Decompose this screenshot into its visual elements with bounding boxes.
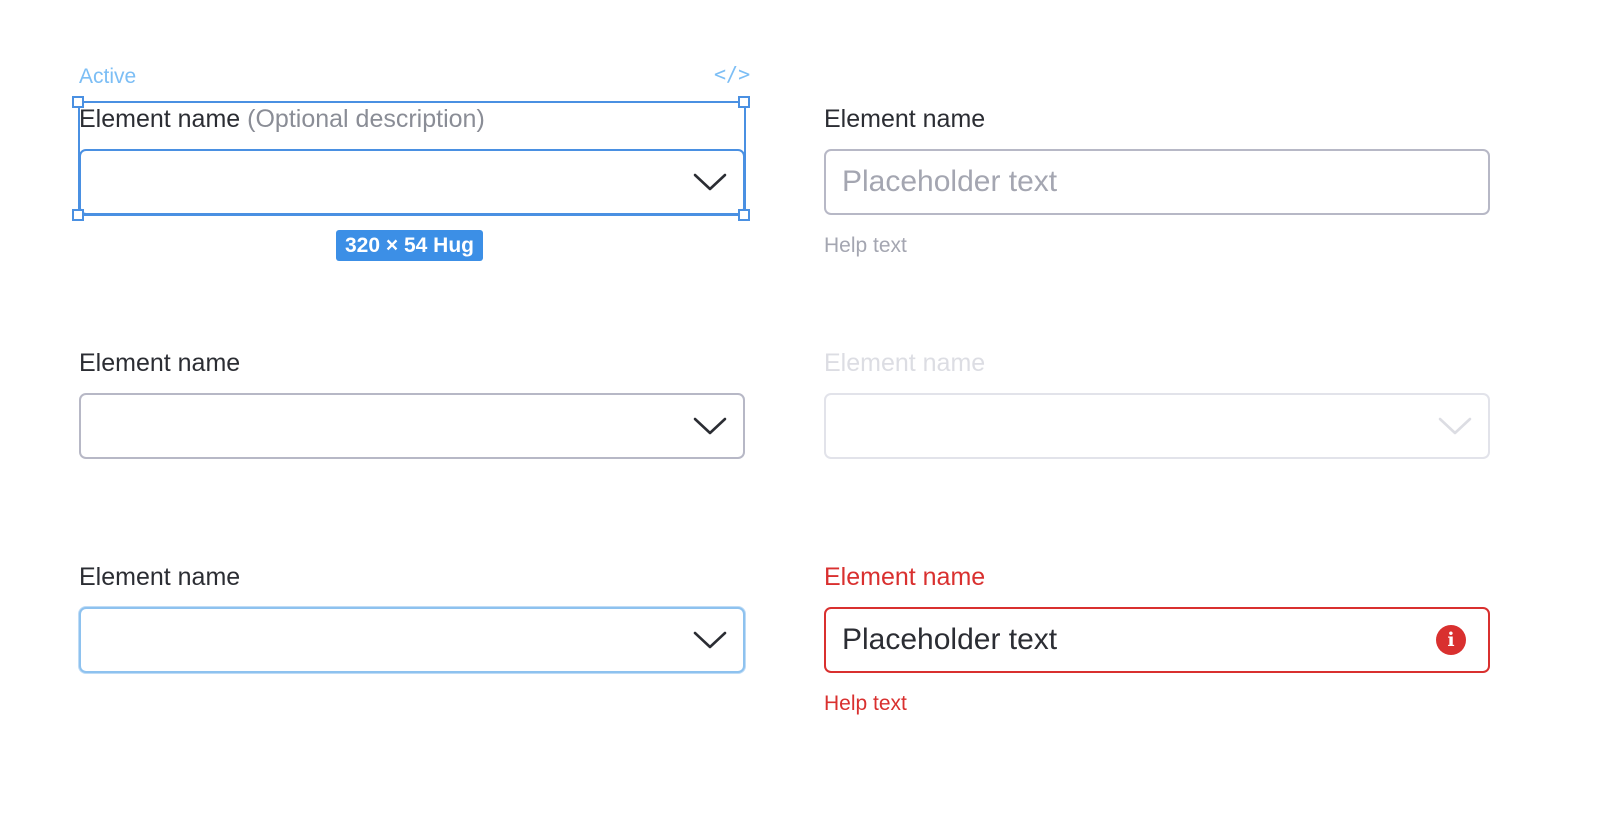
field-label-error: Element name xyxy=(824,563,986,591)
resize-handle-top-left[interactable] xyxy=(72,96,84,108)
select-disabled xyxy=(824,393,1490,459)
chevron-down-icon xyxy=(693,417,727,435)
text-input-error[interactable]: Placeholder text i xyxy=(824,607,1490,673)
text-input-default[interactable]: Placeholder text xyxy=(824,149,1490,215)
state-tag-active: Active xyxy=(79,65,137,88)
field-label: Element name xyxy=(79,563,241,591)
resize-handle-bottom-right[interactable] xyxy=(738,209,750,221)
resize-handle-bottom-left[interactable] xyxy=(72,209,84,221)
select-focused[interactable] xyxy=(79,607,745,673)
error-info-icon: i xyxy=(1436,625,1466,655)
input-placeholder: Placeholder text xyxy=(842,165,1058,198)
code-brackets-icon[interactable]: </> xyxy=(714,64,750,84)
field-label: Element name xyxy=(824,105,986,133)
input-value: Placeholder text xyxy=(842,623,1058,656)
chevron-down-icon xyxy=(1438,417,1472,435)
field-label-disabled: Element name xyxy=(824,349,986,377)
chevron-down-icon xyxy=(693,631,727,649)
size-badge: 320 × 54 Hug xyxy=(336,230,483,261)
help-text-error: Help text xyxy=(824,692,907,715)
selection-frame xyxy=(78,101,746,216)
help-text: Help text xyxy=(824,234,907,257)
select-default[interactable] xyxy=(79,393,745,459)
resize-handle-top-right[interactable] xyxy=(738,96,750,108)
field-label: Element name xyxy=(79,349,241,377)
